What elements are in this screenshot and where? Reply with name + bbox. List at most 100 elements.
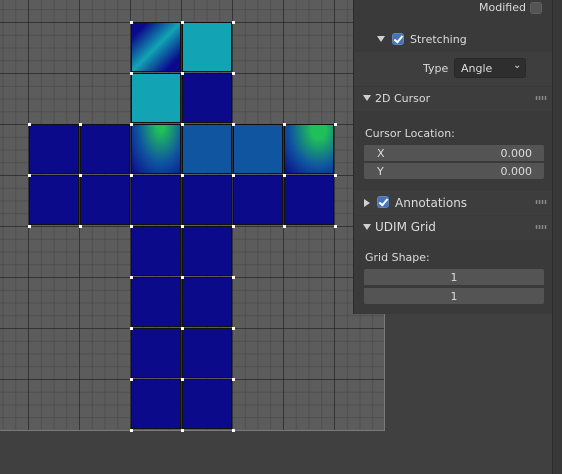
uv-vertex[interactable] bbox=[181, 123, 184, 126]
uv-vertex[interactable] bbox=[283, 225, 286, 228]
uv-vertex[interactable] bbox=[232, 429, 235, 432]
uv-vertex[interactable] bbox=[130, 225, 133, 228]
uv-face[interactable] bbox=[233, 175, 283, 225]
uv-face[interactable] bbox=[131, 277, 181, 327]
grid-shape-y-value: 1 bbox=[450, 290, 458, 303]
cursor-location-label: Cursor Location: bbox=[365, 127, 455, 140]
uv-vertex[interactable] bbox=[232, 378, 235, 381]
uv-vertex[interactable] bbox=[130, 174, 133, 177]
grid-shape-x-field[interactable]: 1 bbox=[363, 268, 545, 286]
uv-face[interactable] bbox=[182, 226, 232, 276]
annotations-checkbox[interactable] bbox=[377, 196, 389, 208]
uv-face[interactable] bbox=[284, 175, 334, 225]
grid-shape-label: Grid Shape: bbox=[365, 251, 430, 264]
sidebar-panel: Modified Stretching Type Angle ⌄ 2D Curs… bbox=[353, 0, 553, 314]
modified-row[interactable]: Modified bbox=[354, 0, 553, 18]
uv-face[interactable] bbox=[182, 73, 232, 123]
uv-vertex[interactable] bbox=[181, 378, 184, 381]
uv-face[interactable] bbox=[182, 328, 232, 378]
cursor-y-field[interactable]: Y 0.000 bbox=[363, 162, 545, 180]
uv-vertex[interactable] bbox=[232, 276, 235, 279]
uv-vertex[interactable] bbox=[79, 225, 82, 228]
uv-face[interactable] bbox=[131, 22, 181, 72]
uv-face[interactable] bbox=[131, 328, 181, 378]
uv-face[interactable] bbox=[80, 124, 130, 174]
uv-vertex[interactable] bbox=[130, 72, 133, 75]
cursor-panel-header[interactable]: 2D Cursor bbox=[354, 87, 553, 111]
uv-vertex[interactable] bbox=[130, 123, 133, 126]
drag-grip-icon[interactable] bbox=[535, 96, 547, 100]
grid-shape-y-field[interactable]: 1 bbox=[363, 287, 545, 305]
uv-vertex[interactable] bbox=[130, 327, 133, 330]
modified-checkbox[interactable] bbox=[530, 2, 542, 14]
uv-face[interactable] bbox=[233, 124, 283, 174]
uv-vertex[interactable] bbox=[232, 72, 235, 75]
uv-face[interactable] bbox=[29, 124, 79, 174]
uv-vertex[interactable] bbox=[232, 327, 235, 330]
annotations-header[interactable]: Annotations bbox=[354, 191, 553, 215]
grid-shape-x-value: 1 bbox=[450, 271, 458, 284]
uv-face[interactable] bbox=[131, 379, 181, 429]
uv-vertex[interactable] bbox=[181, 174, 184, 177]
uv-vertex[interactable] bbox=[181, 429, 184, 432]
cursor-y-value: 0.000 bbox=[500, 165, 533, 178]
uv-face[interactable] bbox=[131, 73, 181, 123]
uv-vertex[interactable] bbox=[232, 174, 235, 177]
type-value: Angle bbox=[461, 62, 493, 75]
stretching-checkbox[interactable] bbox=[392, 33, 404, 45]
udim-panel-body: Grid Shape: 1 1 bbox=[354, 240, 553, 314]
stretching-body: Type Angle ⌄ bbox=[354, 52, 553, 86]
uv-grid-area[interactable] bbox=[0, 0, 385, 432]
uv-vertex[interactable] bbox=[130, 429, 133, 432]
drag-grip-icon[interactable] bbox=[535, 200, 547, 204]
region-scroll-strip[interactable] bbox=[552, 0, 562, 474]
collapse-arrow-icon[interactable] bbox=[363, 95, 371, 101]
annotations-label: Annotations bbox=[395, 196, 468, 210]
uv-vertex[interactable] bbox=[232, 21, 235, 24]
uv-vertex[interactable] bbox=[79, 174, 82, 177]
uv-face[interactable] bbox=[29, 175, 79, 225]
uv-vertex[interactable] bbox=[283, 174, 286, 177]
modified-label: Modified bbox=[479, 1, 526, 14]
udim-panel-title: UDIM Grid bbox=[375, 220, 436, 234]
uv-face[interactable] bbox=[182, 124, 232, 174]
uv-vertex[interactable] bbox=[232, 225, 235, 228]
uv-face[interactable] bbox=[131, 124, 181, 174]
uv-face[interactable] bbox=[131, 175, 181, 225]
uv-vertex[interactable] bbox=[130, 21, 133, 24]
uv-face[interactable] bbox=[182, 175, 232, 225]
cursor-panel-body: Cursor Location: X 0.000 Y 0.000 bbox=[354, 111, 553, 189]
uv-vertex[interactable] bbox=[130, 378, 133, 381]
uv-vertex[interactable] bbox=[334, 174, 337, 177]
uv-vertex[interactable] bbox=[28, 225, 31, 228]
udim-panel-header[interactable]: UDIM Grid bbox=[354, 216, 553, 240]
cursor-x-field[interactable]: X 0.000 bbox=[363, 144, 545, 162]
uv-vertex[interactable] bbox=[232, 123, 235, 126]
uv-vertex[interactable] bbox=[28, 174, 31, 177]
uv-vertex[interactable] bbox=[181, 276, 184, 279]
uv-face[interactable] bbox=[131, 226, 181, 276]
uv-vertex[interactable] bbox=[334, 123, 337, 126]
expand-arrow-icon[interactable] bbox=[364, 199, 370, 207]
uv-face[interactable] bbox=[80, 175, 130, 225]
collapse-arrow-icon[interactable] bbox=[377, 36, 385, 42]
uv-face[interactable] bbox=[284, 124, 334, 174]
uv-face[interactable] bbox=[182, 277, 232, 327]
uv-vertex[interactable] bbox=[334, 225, 337, 228]
cursor-x-label: X bbox=[377, 147, 385, 160]
uv-vertex[interactable] bbox=[181, 327, 184, 330]
type-dropdown[interactable]: Angle ⌄ bbox=[454, 58, 526, 78]
stretching-header[interactable]: Stretching bbox=[354, 28, 553, 52]
uv-vertex[interactable] bbox=[283, 123, 286, 126]
collapse-arrow-icon[interactable] bbox=[363, 224, 371, 230]
uv-face[interactable] bbox=[182, 22, 232, 72]
uv-vertex[interactable] bbox=[130, 276, 133, 279]
uv-vertex[interactable] bbox=[181, 225, 184, 228]
uv-vertex[interactable] bbox=[28, 123, 31, 126]
uv-vertex[interactable] bbox=[181, 21, 184, 24]
uv-face[interactable] bbox=[182, 379, 232, 429]
cursor-x-value: 0.000 bbox=[500, 147, 533, 160]
uv-vertex[interactable] bbox=[181, 72, 184, 75]
drag-grip-icon[interactable] bbox=[535, 225, 547, 229]
uv-vertex[interactable] bbox=[79, 123, 82, 126]
